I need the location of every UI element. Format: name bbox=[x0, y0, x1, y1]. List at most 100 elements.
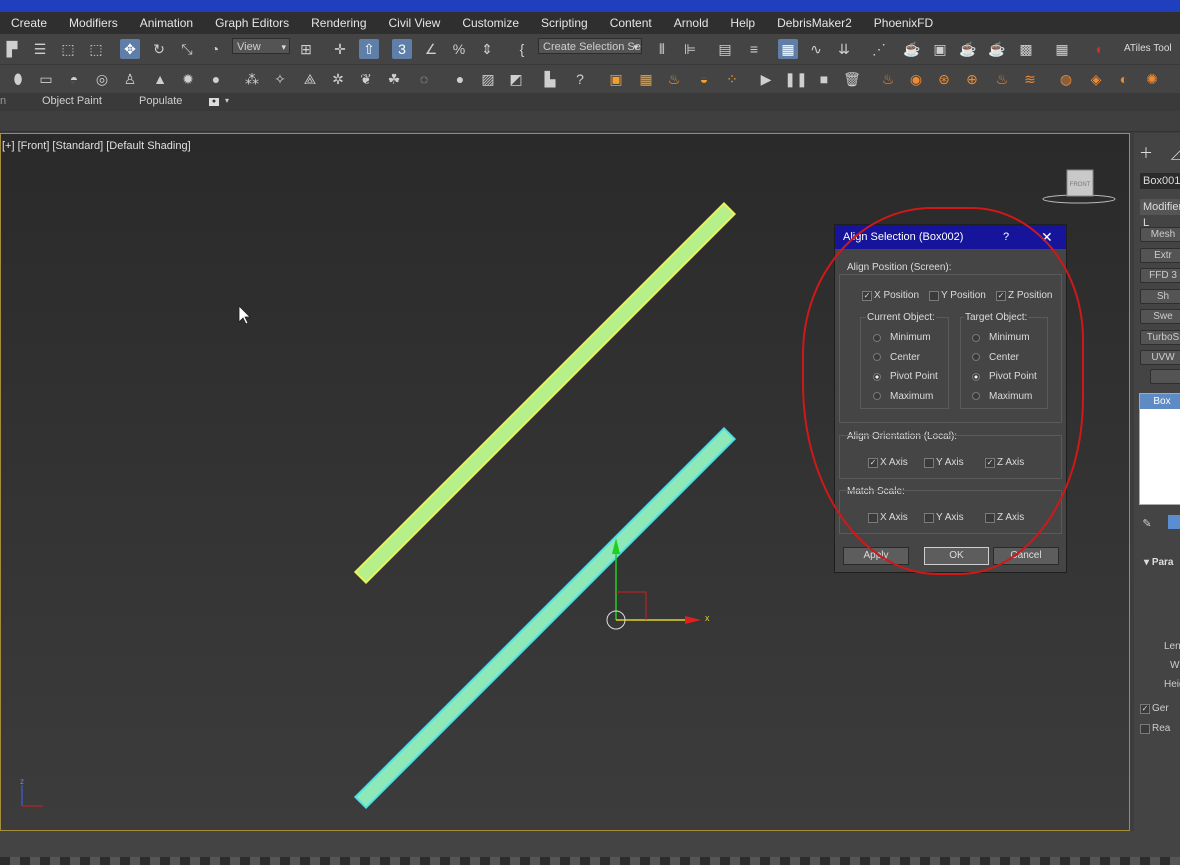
create-panel-icon[interactable]: ＋ bbox=[1136, 143, 1156, 163]
shell-icon[interactable]: ◌ bbox=[414, 69, 434, 89]
material-ball-icon[interactable]: ● bbox=[450, 69, 470, 89]
render-in-cloud-icon[interactable]: ▩ bbox=[1016, 39, 1036, 59]
modifier-button-uvw[interactable]: UVW bbox=[1140, 350, 1180, 365]
particle-icon[interactable]: ⁂ bbox=[242, 69, 262, 89]
target-maximum-radio[interactable]: Maximum bbox=[972, 391, 1032, 402]
help-circle-icon[interactable]: ? bbox=[570, 69, 590, 89]
snaps-toggle-icon[interactable]: 3 bbox=[392, 39, 412, 59]
menu-phoenixfd[interactable]: PhoenixFD bbox=[863, 12, 944, 34]
menu-graph-editors[interactable]: Graph Editors bbox=[204, 12, 300, 34]
material-editor-icon[interactable]: ⋰ bbox=[869, 39, 889, 59]
modifier-button-sh[interactable]: Sh bbox=[1140, 288, 1180, 304]
atiles-icon[interactable]: ◐ bbox=[1090, 39, 1110, 59]
target-center-radio[interactable]: Center bbox=[972, 352, 1019, 363]
modifier-stack[interactable]: Box bbox=[1139, 393, 1180, 505]
dialog-title-bar[interactable]: Align Selection (Box002) ? ✕ bbox=[835, 225, 1066, 249]
particles-icon[interactable]: ⁘ bbox=[722, 69, 742, 89]
named-selection-dropdown[interactable]: Create Selection Se bbox=[538, 38, 642, 55]
red-gear-icon[interactable]: ✺ bbox=[1142, 69, 1162, 89]
render-setup-icon[interactable]: ☕ bbox=[902, 39, 922, 59]
timeline-ticks[interactable] bbox=[0, 857, 1180, 865]
stack-item-box[interactable]: Box bbox=[1140, 394, 1180, 409]
grid-icon[interactable]: ▦ bbox=[1052, 39, 1072, 59]
layer-explorer-icon[interactable]: ≡ bbox=[744, 39, 764, 59]
pin-stack-icon[interactable]: ✎ bbox=[1137, 513, 1157, 533]
percent-snap-icon[interactable]: % bbox=[449, 39, 469, 59]
ribbon-chevron-down-icon[interactable]: ▾ bbox=[225, 96, 229, 105]
cone-icon[interactable]: ▲ bbox=[150, 69, 170, 89]
current-pivot-point-radio[interactable]: Pivot Point bbox=[873, 371, 938, 382]
mirror-icon[interactable]: ⫴ bbox=[652, 39, 672, 59]
scatter-icon[interactable]: ✧ bbox=[270, 69, 290, 89]
z-position-checkbox[interactable]: ✓ Z Position bbox=[996, 290, 1052, 301]
orient-x-axis-checkbox[interactable]: ✓ X Axis bbox=[868, 457, 908, 468]
menu-civil-view[interactable]: Civil View bbox=[378, 12, 452, 34]
modifier-list-dropdown[interactable]: Modifier L bbox=[1140, 199, 1180, 229]
foliage-icon[interactable]: ❦ bbox=[356, 69, 376, 89]
fire-icon[interactable]: ♨ bbox=[664, 69, 684, 89]
current-center-radio[interactable]: Center bbox=[873, 352, 920, 363]
angle-snap-icon[interactable]: ∠ bbox=[421, 39, 441, 59]
schematic-view-icon[interactable]: ⇊ bbox=[834, 39, 854, 59]
ribbon-options-icon[interactable]: ● bbox=[209, 98, 219, 106]
modify-panel-icon[interactable]: ◿ bbox=[1166, 143, 1180, 163]
modifier-button-swe[interactable]: Swe bbox=[1140, 309, 1180, 324]
menu-animation[interactable]: Animation bbox=[129, 12, 204, 34]
play-icon[interactable]: ▶ bbox=[756, 69, 776, 89]
scene-explorer-icon[interactable]: ▤ bbox=[715, 39, 735, 59]
drop-icon[interactable]: ◍ bbox=[1056, 69, 1076, 89]
hf-icon[interactable]: ☘ bbox=[384, 69, 404, 89]
atiles-tool-label[interactable]: ATiles Tool bbox=[1124, 43, 1172, 54]
scale-x-axis-checkbox[interactable]: X Axis bbox=[868, 512, 908, 523]
ribbon-tab-object-paint[interactable]: Object Paint bbox=[42, 95, 102, 107]
rectangular-selection-icon[interactable]: ⬚ bbox=[58, 39, 78, 59]
bucket-icon[interactable]: ◈ bbox=[1086, 69, 1106, 89]
y-position-checkbox[interactable]: Y Position bbox=[929, 290, 986, 301]
water-icon[interactable]: ◒ bbox=[694, 69, 714, 89]
fire-effect-icon[interactable]: ▣ bbox=[606, 69, 626, 89]
select-move-icon[interactable]: ✥ bbox=[120, 39, 140, 59]
help-icon[interactable]: ? bbox=[1003, 225, 1009, 249]
curve-editor-icon[interactable]: ∿ bbox=[806, 39, 826, 59]
camera-icon[interactable]: ◩ bbox=[506, 69, 526, 89]
menu-modifiers[interactable]: Modifiers bbox=[58, 12, 129, 34]
scale-z-axis-checkbox[interactable]: Z Axis bbox=[985, 512, 1024, 523]
current-maximum-radio[interactable]: Maximum bbox=[873, 391, 933, 402]
sphere-icon[interactable]: ◓ bbox=[64, 69, 84, 89]
select-object-icon[interactable]: ▛ bbox=[2, 39, 22, 59]
gear-icon[interactable]: ✲ bbox=[328, 69, 348, 89]
fire-sim-icon[interactable]: ♨ bbox=[878, 69, 898, 89]
box001-object[interactable] bbox=[353, 201, 737, 585]
wave-icon[interactable]: ≋ bbox=[1020, 69, 1040, 89]
edit-named-selection-icon[interactable]: { bbox=[512, 39, 532, 59]
stop-icon[interactable]: ■ bbox=[814, 69, 834, 89]
menu-debrismaker2[interactable]: DebrisMaker2 bbox=[766, 12, 863, 34]
teapot-icon[interactable]: ⬮ bbox=[8, 69, 28, 89]
select-place-icon[interactable]: ◔ bbox=[205, 39, 225, 59]
menu-arnold[interactable]: Arnold bbox=[663, 12, 720, 34]
menu-create[interactable]: Create bbox=[0, 12, 58, 34]
menu-help[interactable]: Help bbox=[719, 12, 766, 34]
target-minimum-radio[interactable]: Minimum bbox=[972, 332, 1030, 343]
box-primitive-icon[interactable]: ▭ bbox=[36, 69, 56, 89]
reference-coordinate-dropdown[interactable]: View bbox=[232, 38, 290, 55]
trash-icon[interactable]: 🗑 bbox=[842, 69, 862, 89]
pivot-center-icon[interactable]: ⊞ bbox=[296, 39, 316, 59]
show-end-result-icon[interactable] bbox=[1168, 515, 1180, 529]
manipulate-icon[interactable]: ✛ bbox=[330, 39, 350, 59]
render-elements-icon[interactable]: ▨ bbox=[478, 69, 498, 89]
rendered-frame-window-icon[interactable]: ▣ bbox=[930, 39, 950, 59]
box002-object[interactable] bbox=[353, 426, 737, 810]
parameters-rollout[interactable]: ▾ Para bbox=[1144, 557, 1174, 568]
modifier-button-mesh[interactable]: Mesh bbox=[1140, 227, 1180, 242]
toggle-ribbon-icon[interactable]: ▦ bbox=[778, 39, 798, 59]
menu-content[interactable]: Content bbox=[599, 12, 663, 34]
flame-icon[interactable]: ♨ bbox=[992, 69, 1012, 89]
menu-scripting[interactable]: Scripting bbox=[530, 12, 599, 34]
align-icon[interactable]: ⊫ bbox=[680, 39, 700, 59]
render-production-icon[interactable]: ☕ bbox=[958, 39, 978, 59]
scale-y-axis-checkbox[interactable]: Y Axis bbox=[924, 512, 964, 523]
ribbon-tab-populate[interactable]: Populate bbox=[139, 95, 182, 107]
menu-customize[interactable]: Customize bbox=[451, 12, 530, 34]
modifier-button-turbos[interactable]: TurboS bbox=[1140, 329, 1180, 345]
